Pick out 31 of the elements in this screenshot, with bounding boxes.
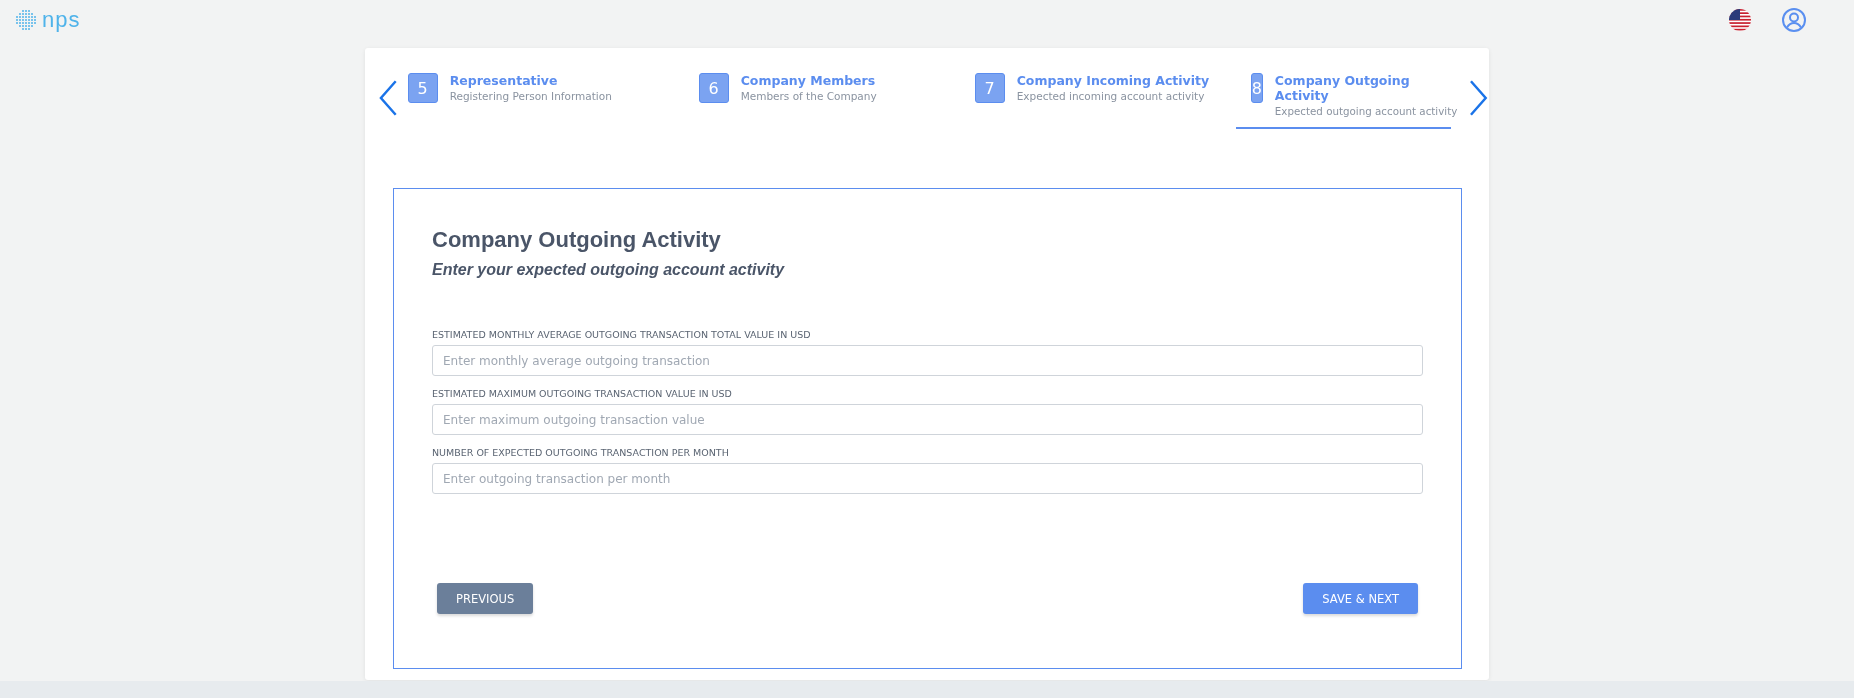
- step-tab[interactable]: 6 Company Members Members of the Company: [683, 73, 960, 129]
- field-label: ESTIMATED MONTHLY AVERAGE OUTGOING TRANSACTION TOTAL VALUE IN USD: [432, 329, 812, 340]
- step-number: 7: [974, 73, 1005, 103]
- field-label: NUMBER OF EXPECTED OUTGOING TRANSACTION PER MONTH: [432, 447, 730, 458]
- step-title: Company Members: [740, 73, 877, 88]
- chevron-left-icon[interactable]: [378, 79, 398, 117]
- step-number: 8: [1250, 73, 1263, 103]
- user-avatar-icon[interactable]: [1782, 8, 1806, 32]
- field-label: ESTIMATED MAXIMUM OUTGOING TRANSACTION VALUE IN USD: [432, 388, 733, 399]
- input-field[interactable]: Enter maximum outgoing transaction value: [432, 404, 1423, 435]
- input-field[interactable]: Enter outgoing transaction per month: [432, 463, 1423, 494]
- us-flag-icon[interactable]: [1729, 9, 1751, 31]
- dot-grid-logo-icon: [15, 9, 37, 31]
- step-tab[interactable]: 7 Company Incoming Activity Expected incoming account activity: [959, 73, 1236, 129]
- step-subtitle: Registering Person Information: [449, 90, 612, 102]
- step-title: Representative: [449, 73, 559, 88]
- step-subtitle: Expected incoming account activity: [1016, 90, 1206, 102]
- save-next-button[interactable]: SAVE & NEXT: [1303, 583, 1418, 614]
- step-number: 6: [698, 73, 729, 103]
- step-number: 5: [407, 73, 438, 103]
- form-title: Company Outgoing Activity: [432, 227, 722, 253]
- input-field[interactable]: Enter monthly average outgoing transaction: [432, 345, 1423, 376]
- step-title: Company Outgoing Activity: [1274, 73, 1411, 103]
- step-subtitle: Expected outgoing account activity: [1274, 105, 1458, 117]
- previous-button[interactable]: PREVIOUS: [437, 583, 534, 614]
- step-subtitle: Members of the Company: [740, 90, 877, 102]
- step-tab[interactable]: 5 Representative Registering Person Information: [407, 73, 684, 129]
- chevron-right-icon[interactable]: [1469, 79, 1489, 117]
- form-subtitle: Enter your expected outgoing account activity: [432, 261, 786, 279]
- step-title: Company Incoming Activity: [1016, 73, 1210, 88]
- logo-text: nps: [42, 7, 81, 33]
